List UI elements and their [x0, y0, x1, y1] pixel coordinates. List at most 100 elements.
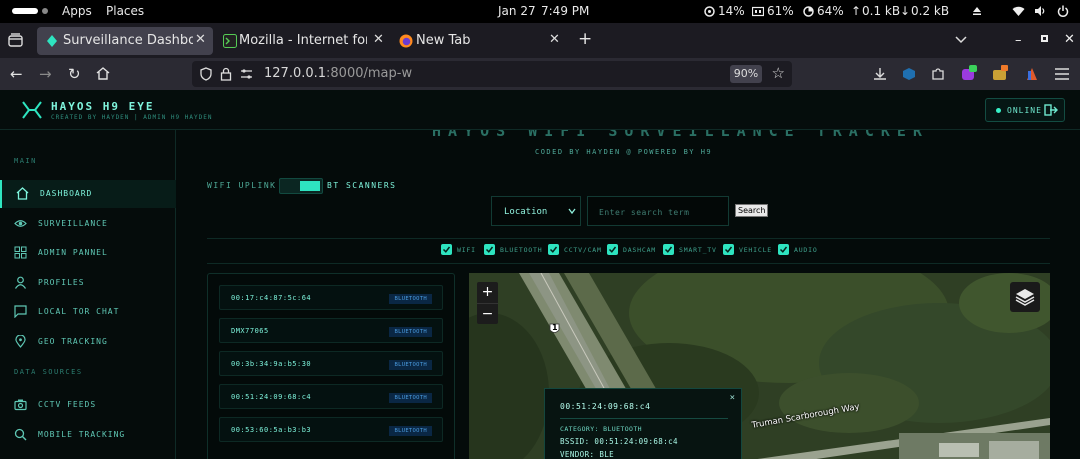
maximize-window-icon[interactable] [1041, 35, 1048, 42]
map-layers-button[interactable] [1010, 282, 1040, 312]
checkbox-checked-icon[interactable] [441, 244, 452, 255]
url-text[interactable]: 127.0.0.1:8000/map-w [264, 66, 412, 81]
minimize-window-icon[interactable]: – [1015, 33, 1022, 48]
app-header: HAYOS H9 EYE CREATED BY HAYDEN | ADMIN H… [0, 90, 1080, 130]
device-row[interactable]: 00:53:60:5a:b3:b3 BLUETOOTH [219, 417, 443, 442]
time-label[interactable]: 7:49 PM [541, 4, 589, 18]
home-icon [16, 187, 29, 200]
eject-icon[interactable] [972, 6, 982, 16]
apps-menu[interactable]: Apps [62, 4, 92, 18]
wifi-icon[interactable] [1012, 5, 1025, 17]
device-row[interactable]: 00:51:24:09:68:c4 BLUETOOTH [219, 384, 443, 409]
lock-icon[interactable] [220, 67, 232, 81]
wallet-extension-icon[interactable] [992, 65, 1008, 81]
close-tab-icon[interactable]: ✕ [549, 32, 560, 47]
zoom-level-button[interactable]: 90% [730, 65, 762, 83]
uplink-scanner-toggle[interactable] [279, 178, 323, 194]
tab-mozilla[interactable]: Mozilla - Internet for peo ✕ [215, 27, 385, 55]
location-select-value: Location [504, 207, 548, 217]
purple-extension-icon[interactable] [961, 65, 977, 81]
zoom-in-button[interactable]: + [477, 282, 498, 303]
pin-icon [15, 335, 26, 348]
home-icon[interactable] [96, 67, 110, 80]
brand-subtitle: CREATED BY HAYDEN | ADMIN H9 HAYDEN [51, 114, 213, 121]
device-id: DMX77065 [231, 327, 269, 335]
volume-icon[interactable] [1034, 5, 1046, 17]
checkbox-checked-icon[interactable] [663, 244, 674, 255]
color-extension-icon[interactable] [1026, 67, 1038, 81]
sidebar-item-dashboard[interactable]: DASHBOARD [0, 180, 176, 208]
power-icon[interactable] [1057, 5, 1069, 17]
satellite-map[interactable]: + − 1 Truman Scarborough Way 00:51:24:09… [469, 273, 1050, 459]
memory-icon [752, 6, 764, 17]
popup-close-button[interactable]: × [730, 393, 735, 403]
device-type-badge: BLUETOOTH [389, 360, 432, 370]
sidebar-item-surveillance[interactable]: SURVEILLANCE [0, 210, 176, 238]
filter-label: VEHICLE [739, 246, 772, 254]
workspace-indicator-active[interactable] [12, 8, 38, 14]
sidebar-item-label: MOBILE TRACKING [38, 430, 126, 439]
browser-nav-bar: ← → ↻ 127.0.0.1:8000/map-w 90% ☆ [0, 58, 1080, 90]
shield-icon[interactable] [200, 67, 212, 81]
new-tab-button[interactable]: + [578, 29, 592, 49]
container-extension-icon[interactable] [902, 67, 916, 81]
workspace-indicator[interactable] [42, 8, 48, 14]
popup-vendor: VENDOR: BLE [560, 450, 615, 459]
bookmark-star-icon[interactable]: ☆ [772, 64, 785, 82]
permissions-icon[interactable] [240, 68, 253, 80]
tab-surveillance-dashboard[interactable]: Surveillance Dashboard ✕ [37, 27, 213, 55]
extensions-puzzle-icon[interactable] [931, 67, 945, 81]
sidebar-item-admin-pannel[interactable]: ADMIN PANNEL [0, 239, 176, 267]
search-button[interactable]: Search [735, 204, 769, 217]
downloads-icon[interactable] [873, 67, 887, 81]
firefox-icon [399, 34, 413, 48]
checkbox-checked-icon[interactable] [484, 244, 495, 255]
main-content: HAYOS WIFI SURVEILLANCE TRACKER CODED BY… [177, 130, 1080, 459]
tab-title: Mozilla - Internet for peo [239, 33, 367, 48]
online-label: ONLINE [1007, 106, 1042, 115]
tab-overview-icon[interactable] [8, 33, 23, 47]
tab-list-chevron-icon[interactable] [955, 36, 967, 44]
tab-new-tab[interactable]: New Tab ✕ [391, 27, 566, 55]
popup-category: CATEGORY: BLUETOOTH [560, 425, 642, 433]
checkbox-checked-icon[interactable] [607, 244, 618, 255]
close-tab-icon[interactable]: ✕ [195, 32, 206, 47]
online-status-button[interactable]: ONLINE [985, 98, 1065, 122]
sidebar-item-mobile-tracking[interactable]: MOBILE TRACKING [0, 421, 176, 449]
back-arrow-icon[interactable]: ← [10, 64, 23, 84]
route-shield-number: 1 [552, 323, 558, 332]
close-window-icon[interactable]: ✕ [1064, 32, 1075, 47]
checkbox-checked-icon[interactable] [778, 244, 789, 255]
url-bar[interactable]: 127.0.0.1:8000/map-w 90% ☆ [192, 61, 792, 87]
sidebar-item-geo-tracking[interactable]: GEO TRACKING [0, 328, 176, 356]
checkbox-checked-icon[interactable] [723, 244, 734, 255]
date-label[interactable]: Jan 27 [498, 4, 536, 18]
search-placeholder: Enter search term [599, 208, 690, 217]
device-row[interactable]: 00:17:c4:87:5c:64 BLUETOOTH [219, 285, 443, 310]
sidebar-item-profiles[interactable]: PROFILES [0, 269, 176, 297]
sidebar-item-cctv-feeds[interactable]: CCTV FEEDS [0, 391, 176, 419]
h9-logo-icon [22, 101, 42, 119]
device-id: 00:17:c4:87:5c:64 [231, 294, 312, 302]
forward-arrow-icon[interactable]: → [39, 64, 52, 84]
device-row[interactable]: 00:3b:34:9a:b5:30 BLUETOOTH [219, 351, 443, 376]
toggle-knob [300, 181, 320, 191]
logout-icon[interactable] [1044, 104, 1058, 116]
device-row[interactable]: DMX77065 BLUETOOTH [219, 318, 443, 343]
sidebar-item-label: SURVEILLANCE [38, 219, 108, 228]
location-select[interactable]: Location [491, 196, 581, 226]
sidebar-item-local-tor-chat[interactable]: LOCAL TOR CHAT [0, 298, 176, 326]
checkbox-checked-icon[interactable] [548, 244, 559, 255]
url-path: :8000/map-w [326, 66, 413, 81]
filter-label: BLUETOOTH [500, 246, 543, 254]
places-menu[interactable]: Places [106, 4, 144, 18]
filter-label: SMART_TV [679, 246, 717, 254]
reload-icon[interactable]: ↻ [68, 64, 81, 84]
close-tab-icon[interactable]: ✕ [373, 32, 384, 47]
sidebar-item-label: ADMIN PANNEL [38, 248, 108, 257]
menu-hamburger-icon[interactable] [1055, 68, 1069, 80]
brand-title: HAYOS H9 EYE [51, 100, 155, 113]
search-input[interactable]: Enter search term [587, 196, 729, 226]
device-list-panel: 00:17:c4:87:5c:64 BLUETOOTH DMX77065 BLU… [207, 273, 455, 459]
zoom-out-button[interactable]: − [477, 303, 498, 324]
